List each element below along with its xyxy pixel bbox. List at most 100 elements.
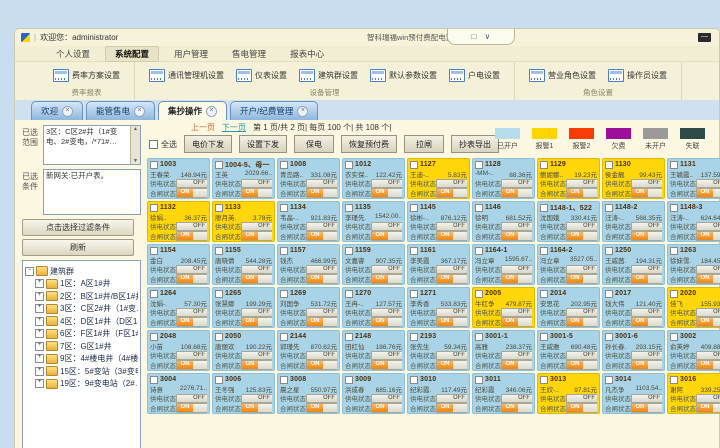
supply-status-toggle[interactable]: OFF [306,351,337,361]
meter-card[interactable]: 2050 唐丽欢 190.22元 供电状态 OFF 合闸状态 [212,330,275,371]
supply-status-toggle[interactable]: OFF [696,394,720,404]
supply-status-toggle[interactable]: OFF [436,394,467,404]
toolbar-button[interactable]: 拉闸 [404,135,444,153]
supply-status-toggle[interactable]: OFF [566,351,597,361]
card-checkbox[interactable] [670,376,678,384]
card-checkbox[interactable] [215,161,223,169]
meter-card[interactable]: 1130 侯金靓 99.43元 供电状态 OFF 合闸状态 [602,158,665,199]
meter-card[interactable]: 3008 晨之星 550.97元 供电状态 OFF 合闸状态 [277,373,340,414]
card-checkbox[interactable] [150,290,158,298]
gate-status-toggle[interactable]: ON [631,274,662,284]
meter-card[interactable]: 1129 鲍妮娜.. 19.23元 供电状态 OFF 合闸状 [537,158,600,199]
supply-status-toggle[interactable]: OFF [371,308,402,318]
gate-status-toggle[interactable]: ON [501,188,532,198]
meter-card[interactable]: 1135 李瑾先. 1542.00.. 供电状态 OFF 合 [342,201,405,242]
gate-status-toggle[interactable]: ON [371,403,402,413]
meter-card[interactable]: 1145 徐彬-.. 876.12元 供电状态 OFF 合闸 [407,201,470,242]
meter-card[interactable]: 1128 -MM-.. 88.36元 供电状态 OFF 合闸 [472,158,535,199]
expand-expander-icon[interactable]: + [35,354,44,363]
supply-status-toggle[interactable]: OFF [696,222,720,232]
meter-card[interactable]: 1164-1 冯立章 1595.67.. 供电状态 OFF [472,244,535,285]
collapse-expander-icon[interactable]: − [25,267,34,276]
meter-card[interactable]: 1132 徐娟.. 36.37元 供电状态 OFF 合闸状态 [147,201,210,242]
supply-status-toggle[interactable]: OFF [631,351,662,361]
supply-status-toggle[interactable]: OFF [631,308,662,318]
meter-card[interactable]: 2144 郭瑾先 870.62元 供电状态 OFF 合闸状态 [277,330,340,371]
gate-status-toggle[interactable]: ON [241,231,272,241]
card-checkbox[interactable] [475,290,483,298]
card-checkbox[interactable] [215,376,223,384]
meter-card[interactable]: 1269 刘国争 531.72元 供电状态 OFF 合闸状态 [277,287,340,328]
tree-item[interactable]: + 3区：C区2#井（1#变… [25,303,138,314]
document-tab[interactable]: 集抄操作× [158,101,227,120]
meter-card[interactable]: 1264 沈娟-. 57.30元 供电状态 OFF 合闸状态 [147,287,210,328]
meter-card[interactable]: 1004-5、母一 王英 2029.66.. 供电状态 OFF [212,158,275,199]
card-checkbox[interactable] [150,204,158,212]
card-checkbox[interactable] [540,333,548,341]
gate-status-toggle[interactable]: ON [306,231,337,241]
meter-card[interactable]: 3004 诗意 2276.71.. 供电状态 OFF 合闸状 [147,373,210,414]
gate-status-toggle[interactable]: ON [241,360,272,370]
ribbon-button[interactable]: 户电设置 [443,69,506,82]
supply-status-toggle[interactable]: OFF [436,179,467,189]
supply-status-toggle[interactable]: OFF [436,222,467,232]
meter-card[interactable]: 1131 王毓霞.. 137.59元 供电状态 OFF 合闸 [667,158,720,199]
supply-status-toggle[interactable]: OFF [566,222,597,232]
supply-status-toggle[interactable]: OFF [501,179,532,189]
supply-status-toggle[interactable]: OFF [566,265,597,275]
gate-status-toggle[interactable]: ON [631,403,662,413]
supply-status-toggle[interactable]: OFF [436,351,467,361]
gate-status-toggle[interactable]: ON [306,274,337,284]
supply-status-toggle[interactable]: OFF [501,351,532,361]
card-checkbox[interactable] [410,247,418,255]
supply-status-toggle[interactable]: OFF [371,351,402,361]
gate-status-toggle[interactable]: ON [436,231,467,241]
card-checkbox[interactable] [150,247,158,255]
supply-status-toggle[interactable]: OFF [176,351,207,361]
meter-card[interactable]: 1161 李美霞 367.17元 供电状态 OFF 合闸状态 [407,244,470,285]
meter-card[interactable]: 3001-6 孙长春. 293.15元 供电状态 OFF 合 [602,330,665,371]
meter-card[interactable]: 1159 文嘉睿 907.35元 供电状态 OFF 合闸状态 [342,244,405,285]
ribbon-button[interactable]: 默认参数设置 [364,69,443,82]
supply-status-toggle[interactable]: OFF [241,308,272,318]
supply-status-toggle[interactable]: OFF [306,179,337,189]
gate-status-toggle[interactable]: ON [631,231,662,241]
meter-card[interactable]: 3010 纪彩霞. 117.49元 供电状态 OFF 合闸状 [407,373,470,414]
card-checkbox[interactable] [540,204,548,212]
tree-item[interactable]: + 1区：A区1#井 [25,278,138,289]
card-checkbox[interactable] [605,376,613,384]
gate-status-toggle[interactable]: ON [566,360,597,370]
toolbar-button[interactable]: 保电 [294,135,334,153]
meter-card[interactable]: 2017 钱大伟 121.40元 供电状态 OFF 合闸状态 [602,287,665,328]
supply-status-toggle[interactable]: OFF [176,394,207,404]
meter-card[interactable]: 3006 王冬强 125.83元 供电状态 OFF 合闸状态 [212,373,275,414]
card-checkbox[interactable] [540,161,548,169]
supply-status-toggle[interactable]: OFF [241,394,272,404]
gate-status-toggle[interactable]: ON [306,188,337,198]
meter-card[interactable]: 1271 李秀香 533.83元 供电状态 OFF 合闸状态 [407,287,470,328]
gate-status-toggle[interactable]: ON [696,317,720,327]
meter-card[interactable]: 2148 田红仙 186.76元 供电状态 OFF 合闸状态 [342,330,405,371]
supply-status-toggle[interactable]: OFF [696,351,720,361]
card-checkbox[interactable] [345,247,353,255]
meter-card[interactable]: 3001-1 高雅 238.37元 供电状态 OFF 合闸状 [472,330,535,371]
card-checkbox[interactable] [475,161,483,169]
gate-status-toggle[interactable]: ON [241,188,272,198]
gate-status-toggle[interactable]: ON [501,403,532,413]
card-checkbox[interactable] [215,290,223,298]
gate-status-toggle[interactable]: ON [566,403,597,413]
selected-range-listbox[interactable]: 3区：C区2#井（1#变电、2#变电，/*71#… ▲▼ [43,125,141,165]
card-checkbox[interactable] [345,204,353,212]
meter-card[interactable]: 1148-3 汪涛-.. 624.64元 供电状态 OFF [667,201,720,242]
tree-item[interactable]: + 7区：G区1#井 [25,341,138,352]
toolbar-button[interactable]: 电价下发 [184,135,232,153]
meter-card[interactable]: 1127 王迪-.. 5.83元 供电状态 OFF 合闸状态 [407,158,470,199]
meter-card[interactable]: 1148-1、522 沈国娥 330.41元 供电状态 OFF [537,201,600,242]
prev-page-link[interactable]: 上一页 [191,122,215,133]
card-checkbox[interactable] [215,247,223,255]
card-checkbox[interactable] [410,290,418,298]
card-checkbox[interactable] [475,333,483,341]
gate-status-toggle[interactable]: ON [371,360,402,370]
supply-status-toggle[interactable]: OFF [371,179,402,189]
tree-item[interactable]: + 19区：9#变电站（2#… [25,378,138,389]
